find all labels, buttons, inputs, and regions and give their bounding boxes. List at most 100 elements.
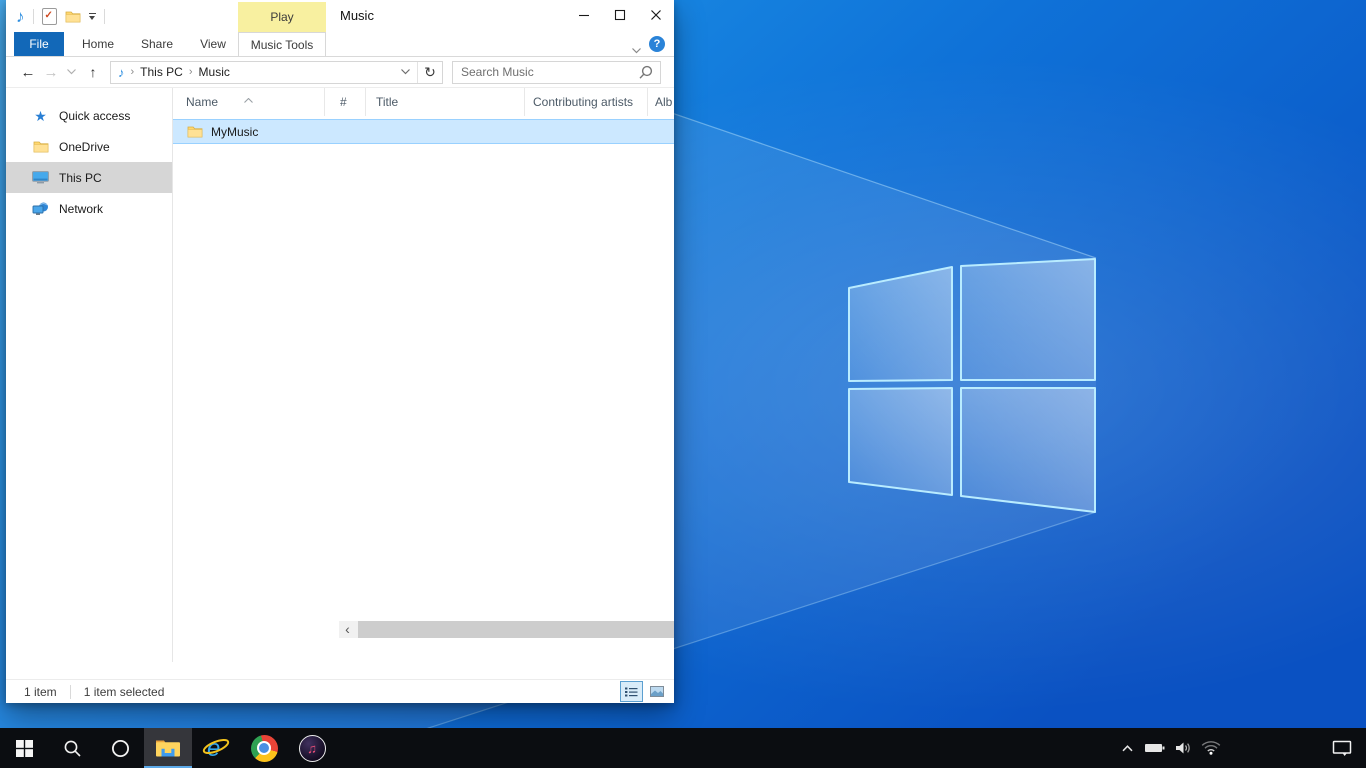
column-headers: Name # Title Contributing artists Alb xyxy=(173,88,674,116)
search-icon xyxy=(63,739,82,758)
close-icon xyxy=(650,9,662,21)
itunes-icon: ♫ xyxy=(299,735,326,762)
details-view-button[interactable] xyxy=(620,681,643,702)
battery-status-icon[interactable] xyxy=(1140,728,1170,768)
speaker-icon xyxy=(1175,741,1192,755)
file-explorer-icon xyxy=(155,738,181,758)
sidebar-item-label: OneDrive xyxy=(59,140,110,154)
navigation-toolbar: ← → ↑ ♪ › This PC › Music ↻ xyxy=(6,57,674,88)
minimize-button[interactable] xyxy=(566,0,602,30)
file-explorer-window: ♪ ✓ Play Music File Home Sh xyxy=(6,0,674,703)
sidebar-item-quick-access[interactable]: ★ Quick access xyxy=(6,100,172,131)
status-bar: 1 item 1 item selected xyxy=(6,679,674,703)
network-status-icon[interactable] xyxy=(1196,728,1226,768)
wifi-icon xyxy=(1201,741,1221,755)
music-app-icon: ♪ xyxy=(16,8,25,25)
music-folder-icon: ♪ xyxy=(118,66,125,79)
check-icon: ✓ xyxy=(45,10,53,22)
column-header-number[interactable]: # xyxy=(325,88,366,116)
separator xyxy=(70,685,71,699)
cortana-circle-icon xyxy=(111,739,130,758)
sidebar-item-label: This PC xyxy=(59,171,102,185)
selection-count: 1 item selected xyxy=(84,685,165,699)
main-content: ★ Quick access OneDrive xyxy=(6,88,674,662)
recent-locations-dropdown[interactable] xyxy=(62,69,80,75)
maximize-icon xyxy=(614,9,626,21)
search-box[interactable] xyxy=(452,61,661,84)
properties-button[interactable]: ✓ xyxy=(42,8,57,25)
quick-access-toolbar: ♪ ✓ xyxy=(16,0,105,32)
chrome-icon xyxy=(251,735,278,762)
file-row-mymusic[interactable]: MyMusic xyxy=(173,119,674,144)
cortana-button[interactable] xyxy=(96,728,144,768)
expand-ribbon-chevron-icon[interactable] xyxy=(632,41,641,59)
chevron-up-icon xyxy=(1122,745,1133,752)
column-header-contributing-artists[interactable]: Contributing artists xyxy=(525,88,648,116)
breadcrumb-this-pc[interactable]: This PC xyxy=(140,65,183,79)
action-center-button[interactable] xyxy=(1318,728,1366,768)
maximize-button[interactable] xyxy=(602,0,638,30)
sidebar-item-onedrive[interactable]: OneDrive xyxy=(6,131,172,162)
column-header-album[interactable]: Alb xyxy=(648,88,674,116)
sidebar-item-label: Network xyxy=(59,202,103,216)
title-bar: ♪ ✓ Play Music xyxy=(6,0,674,32)
minimize-icon xyxy=(578,9,590,21)
sidebar-item-label: Quick access xyxy=(59,109,130,123)
item-count: 1 item xyxy=(24,685,57,699)
windows-start-icon xyxy=(16,740,33,757)
sidebar-item-network[interactable]: Network xyxy=(6,193,172,224)
show-hidden-icons-button[interactable] xyxy=(1114,728,1140,768)
navigation-pane: ★ Quick access OneDrive xyxy=(6,88,172,662)
customize-toolbar-dropdown[interactable] xyxy=(89,13,96,20)
contextual-tab-group-play: Play xyxy=(238,2,326,32)
system-tray xyxy=(1114,728,1366,768)
taskbar-search-button[interactable] xyxy=(48,728,96,768)
address-dropdown-chevron-icon[interactable] xyxy=(401,69,410,75)
this-pc-icon xyxy=(32,171,49,184)
large-icons-view-button[interactable] xyxy=(645,681,668,702)
tab-music-tools[interactable]: Music Tools xyxy=(238,32,326,56)
volume-status-icon[interactable] xyxy=(1170,728,1196,768)
taskbar: e ♫ xyxy=(0,728,1366,768)
scroll-left-arrow[interactable]: ‹ xyxy=(339,621,356,638)
view-toggles xyxy=(620,681,668,702)
address-bar[interactable]: ♪ › This PC › Music ↻ xyxy=(110,61,443,84)
search-icon[interactable] xyxy=(638,65,653,80)
forward-button[interactable]: → xyxy=(40,65,62,80)
horizontal-scrollbar[interactable]: ‹ › xyxy=(339,621,674,638)
start-button[interactable] xyxy=(0,728,48,768)
close-button[interactable] xyxy=(638,0,674,30)
taskbar-internet-explorer-button[interactable]: e xyxy=(192,728,240,768)
network-icon xyxy=(32,202,49,216)
search-input[interactable] xyxy=(453,65,638,79)
scrollbar-track[interactable] xyxy=(356,621,657,638)
breadcrumb-separator: › xyxy=(189,66,193,78)
details-view-icon xyxy=(625,687,638,697)
taskbar-itunes-button[interactable]: ♫ xyxy=(288,728,336,768)
separator xyxy=(33,9,34,24)
tab-home[interactable]: Home xyxy=(70,32,126,56)
sidebar-item-this-pc[interactable]: This PC xyxy=(6,162,172,193)
taskbar-chrome-button[interactable] xyxy=(240,728,288,768)
onedrive-folder-icon xyxy=(33,140,49,153)
file-name: MyMusic xyxy=(211,125,258,139)
tab-view[interactable]: View xyxy=(188,32,238,56)
window-title: Music xyxy=(340,0,374,32)
battery-icon xyxy=(1144,742,1166,754)
tab-share[interactable]: Share xyxy=(130,32,184,56)
scrollbar-thumb[interactable] xyxy=(358,621,674,638)
refresh-button[interactable]: ↻ xyxy=(418,64,442,81)
back-button[interactable]: ← xyxy=(16,65,40,80)
file-list-area: Name # Title Contributing artists Alb My… xyxy=(172,88,674,662)
new-folder-button[interactable] xyxy=(65,10,81,23)
tab-file[interactable]: File xyxy=(14,32,64,56)
help-button[interactable]: ? xyxy=(649,36,665,52)
taskbar-file-explorer-button[interactable] xyxy=(144,728,192,768)
ribbon-tab-row: File Home Share View Music Tools ? xyxy=(6,32,674,57)
up-button[interactable]: ↑ xyxy=(80,65,106,79)
action-center-icon xyxy=(1332,740,1352,757)
breadcrumb-music[interactable]: Music xyxy=(199,65,230,79)
column-header-title[interactable]: Title xyxy=(366,88,525,116)
breadcrumb-separator: › xyxy=(131,66,135,78)
caption-buttons xyxy=(566,0,674,30)
